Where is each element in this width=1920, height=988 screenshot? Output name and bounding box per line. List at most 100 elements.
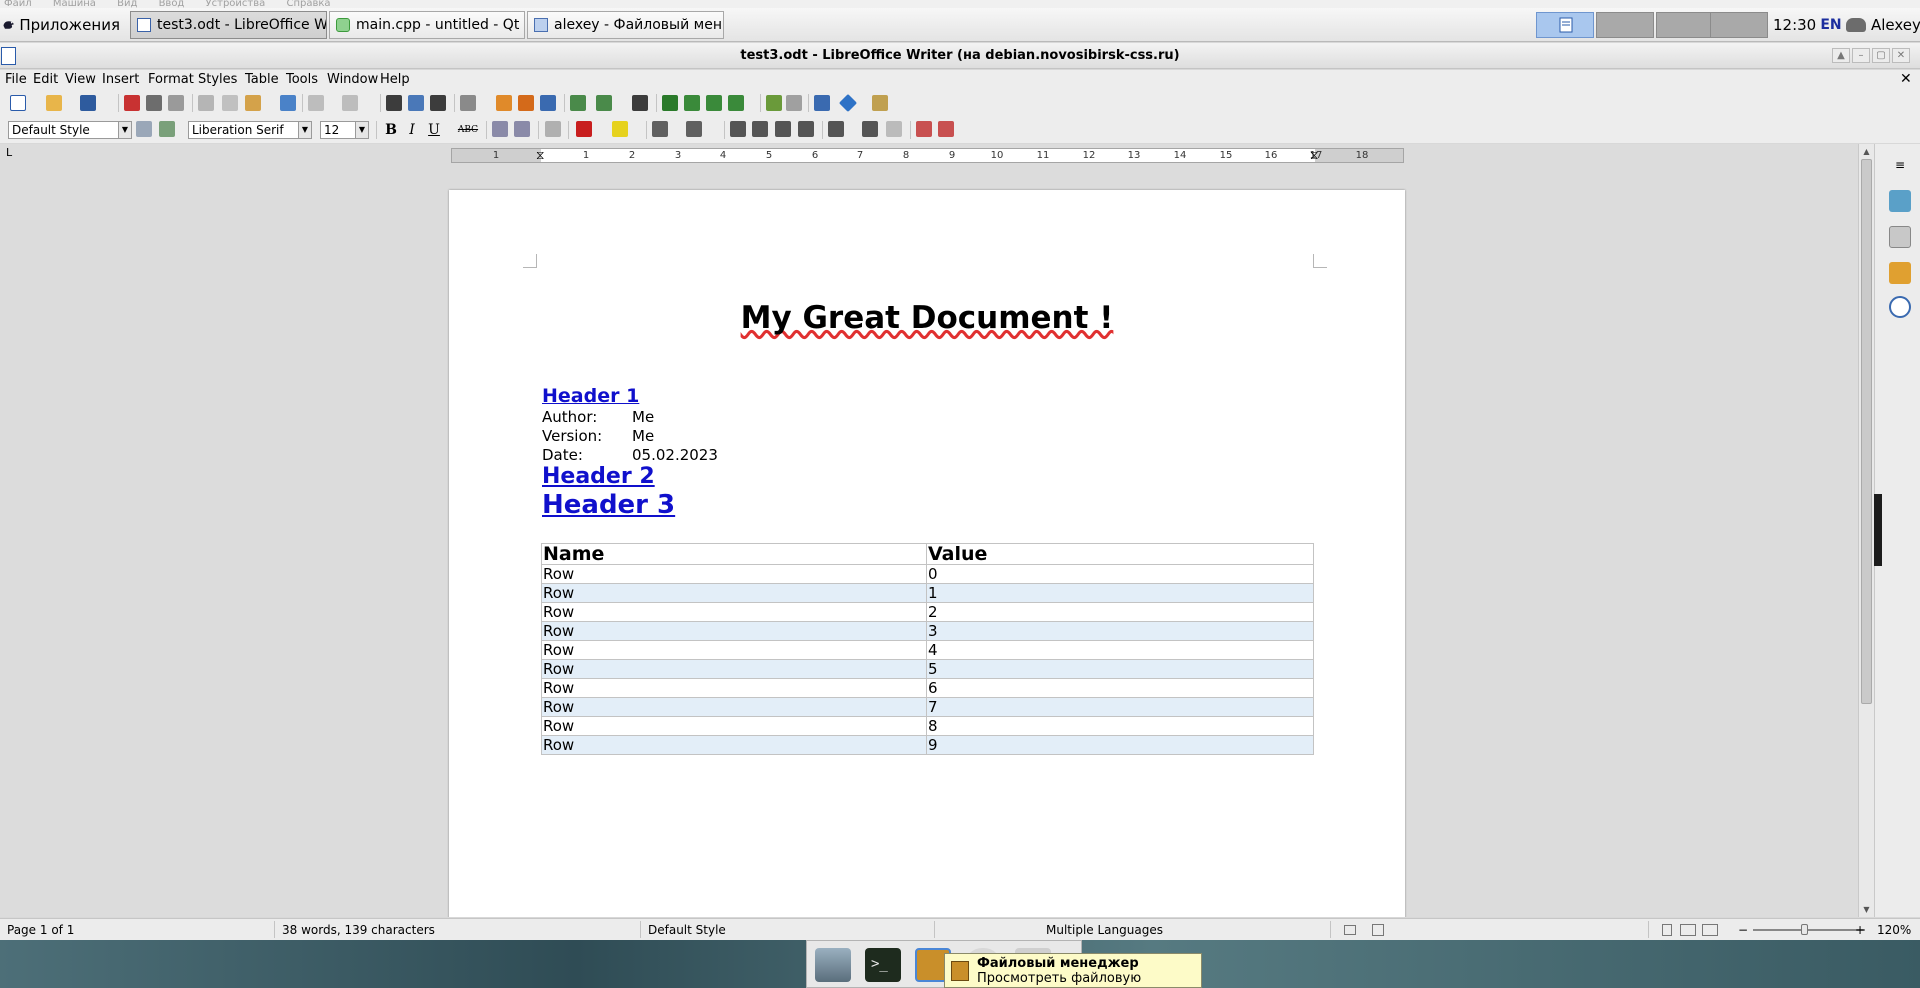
- paragraph-style-combo[interactable]: Default Style ▼: [8, 121, 132, 139]
- show-desktop-icon[interactable]: [815, 948, 851, 982]
- strikethrough-button[interactable]: ABC: [456, 121, 480, 139]
- copy-icon[interactable]: [222, 95, 238, 111]
- underline-button[interactable]: U: [425, 121, 443, 139]
- table-cell[interactable]: 5: [926, 659, 1314, 679]
- undo-icon[interactable]: [308, 95, 324, 111]
- grow-font-icon[interactable]: [492, 121, 508, 137]
- header-1-link[interactable]: Header 1: [542, 385, 639, 407]
- update-style-icon[interactable]: [136, 121, 152, 137]
- bullet-list-icon[interactable]: [652, 121, 668, 137]
- table-cell[interactable]: Row: [541, 602, 927, 622]
- chevron-down-icon[interactable]: ▼: [118, 122, 131, 138]
- clock[interactable]: 12:30: [1773, 16, 1816, 34]
- terminal-icon[interactable]: >_: [865, 948, 901, 982]
- align-center-icon[interactable]: [752, 121, 768, 137]
- left-indent-marker[interactable]: ⧖: [536, 148, 544, 163]
- user-menu[interactable]: Alexey: [1871, 16, 1920, 34]
- footnote-icon[interactable]: [684, 95, 700, 111]
- align-left-icon[interactable]: [730, 121, 746, 137]
- print-icon[interactable]: [146, 95, 162, 111]
- column-header-value[interactable]: Value: [926, 543, 1314, 565]
- menu-format[interactable]: Format: [148, 72, 194, 87]
- track-changes-icon[interactable]: [786, 95, 802, 111]
- book-view-icon[interactable]: [1702, 924, 1718, 936]
- zoom-in-icon[interactable]: +: [1855, 923, 1865, 937]
- table-cell[interactable]: 2: [926, 602, 1314, 622]
- basic-shapes-icon[interactable]: [838, 93, 858, 113]
- table-cell[interactable]: Row: [541, 697, 927, 717]
- menu-window[interactable]: Window: [327, 72, 378, 87]
- header-3-link[interactable]: Header 3: [542, 490, 675, 520]
- open-folder-icon[interactable]: [46, 95, 62, 111]
- window-maximize-icon[interactable]: ▢: [1872, 48, 1890, 63]
- header-2-link[interactable]: Header 2: [542, 464, 655, 489]
- align-right-icon[interactable]: [775, 121, 791, 137]
- workspace-4[interactable]: [1710, 12, 1768, 38]
- zoom-level[interactable]: 120%: [1877, 923, 1911, 937]
- clear-formatting-icon[interactable]: [545, 121, 561, 137]
- table-cell[interactable]: Row: [541, 678, 927, 698]
- signature-icon[interactable]: [1372, 924, 1384, 936]
- right-indent-marker[interactable]: ⧖: [1310, 148, 1318, 163]
- cut-icon[interactable]: [198, 95, 214, 111]
- insert-textbox-icon[interactable]: [540, 95, 556, 111]
- font-color-icon[interactable]: [576, 121, 592, 137]
- decrease-spacing-icon[interactable]: [886, 121, 902, 137]
- menu-help[interactable]: Help: [380, 72, 410, 87]
- host-menu-devices[interactable]: Устройства: [206, 0, 266, 8]
- clone-formatting-icon[interactable]: [280, 95, 296, 111]
- line-spacing-icon[interactable]: [828, 121, 844, 137]
- close-document-icon[interactable]: ✕: [1900, 71, 1912, 87]
- horizontal-ruler[interactable]: 1 1 2 3 4 5 6 7 8 9 10 11 12 13 14 15 16…: [451, 148, 1404, 163]
- document-title[interactable]: My Great Document !: [449, 300, 1405, 336]
- window-close-icon[interactable]: ✕: [1892, 48, 1910, 63]
- insert-line-icon[interactable]: [814, 95, 830, 111]
- insert-pagebreak-icon[interactable]: [570, 95, 586, 111]
- network-icon[interactable]: [1846, 18, 1866, 32]
- zoom-slider[interactable]: [1753, 929, 1865, 931]
- table-cell[interactable]: Row: [541, 621, 927, 641]
- endnote-icon[interactable]: [706, 95, 722, 111]
- table-cell[interactable]: 8: [926, 716, 1314, 736]
- table-cell[interactable]: Row: [541, 716, 927, 736]
- chevron-down-icon[interactable]: ▼: [355, 122, 368, 138]
- new-style-icon[interactable]: [159, 121, 175, 137]
- scrollbar-thumb[interactable]: [1861, 159, 1872, 704]
- table-cell[interactable]: 6: [926, 678, 1314, 698]
- table-cell[interactable]: Row: [541, 564, 927, 584]
- status-language[interactable]: Multiple Languages: [1046, 923, 1163, 937]
- navigator-compass-icon[interactable]: [1889, 296, 1911, 318]
- redo-icon[interactable]: [342, 95, 358, 111]
- table-cell[interactable]: Row: [541, 640, 927, 660]
- print-preview-icon[interactable]: [168, 95, 184, 111]
- table-cell[interactable]: 1: [926, 583, 1314, 603]
- table-cell[interactable]: Row: [541, 735, 927, 755]
- bookmark-icon[interactable]: [728, 95, 744, 111]
- menu-insert[interactable]: Insert: [102, 72, 139, 87]
- menu-file[interactable]: File: [5, 72, 27, 87]
- status-word-count[interactable]: 38 words, 139 characters: [282, 923, 435, 937]
- comment-icon[interactable]: [766, 95, 782, 111]
- menu-styles[interactable]: Styles: [198, 72, 237, 87]
- window-minimize-icon[interactable]: –: [1852, 48, 1870, 63]
- styles-icon[interactable]: [1889, 226, 1911, 248]
- menu-table[interactable]: Table: [245, 72, 279, 87]
- highlight-color-icon[interactable]: [612, 121, 628, 137]
- new-document-icon[interactable]: [10, 95, 26, 111]
- multi-page-view-icon[interactable]: [1680, 924, 1696, 936]
- shrink-font-icon[interactable]: [514, 121, 530, 137]
- host-menu-input[interactable]: Ввод: [159, 0, 185, 8]
- chevron-down-icon[interactable]: ▼: [298, 122, 311, 138]
- workspace-2[interactable]: [1596, 12, 1654, 38]
- table-cell[interactable]: 7: [926, 697, 1314, 717]
- export-pdf-icon[interactable]: [124, 95, 140, 111]
- decrease-indent-icon[interactable]: [938, 121, 954, 137]
- insert-field-icon[interactable]: [596, 95, 612, 111]
- spelling-icon[interactable]: [408, 95, 424, 111]
- applications-menu-button[interactable]: Приложения: [2, 12, 120, 38]
- vertical-scrollbar[interactable]: ▲ ▼: [1858, 144, 1874, 917]
- keyboard-layout-indicator[interactable]: EN: [1818, 14, 1844, 36]
- justify-icon[interactable]: [798, 121, 814, 137]
- document-canvas[interactable]: My Great Document ! Header 1 Author: Me …: [0, 166, 1858, 917]
- task-writer[interactable]: test3.odt - LibreOffice W...: [130, 11, 327, 39]
